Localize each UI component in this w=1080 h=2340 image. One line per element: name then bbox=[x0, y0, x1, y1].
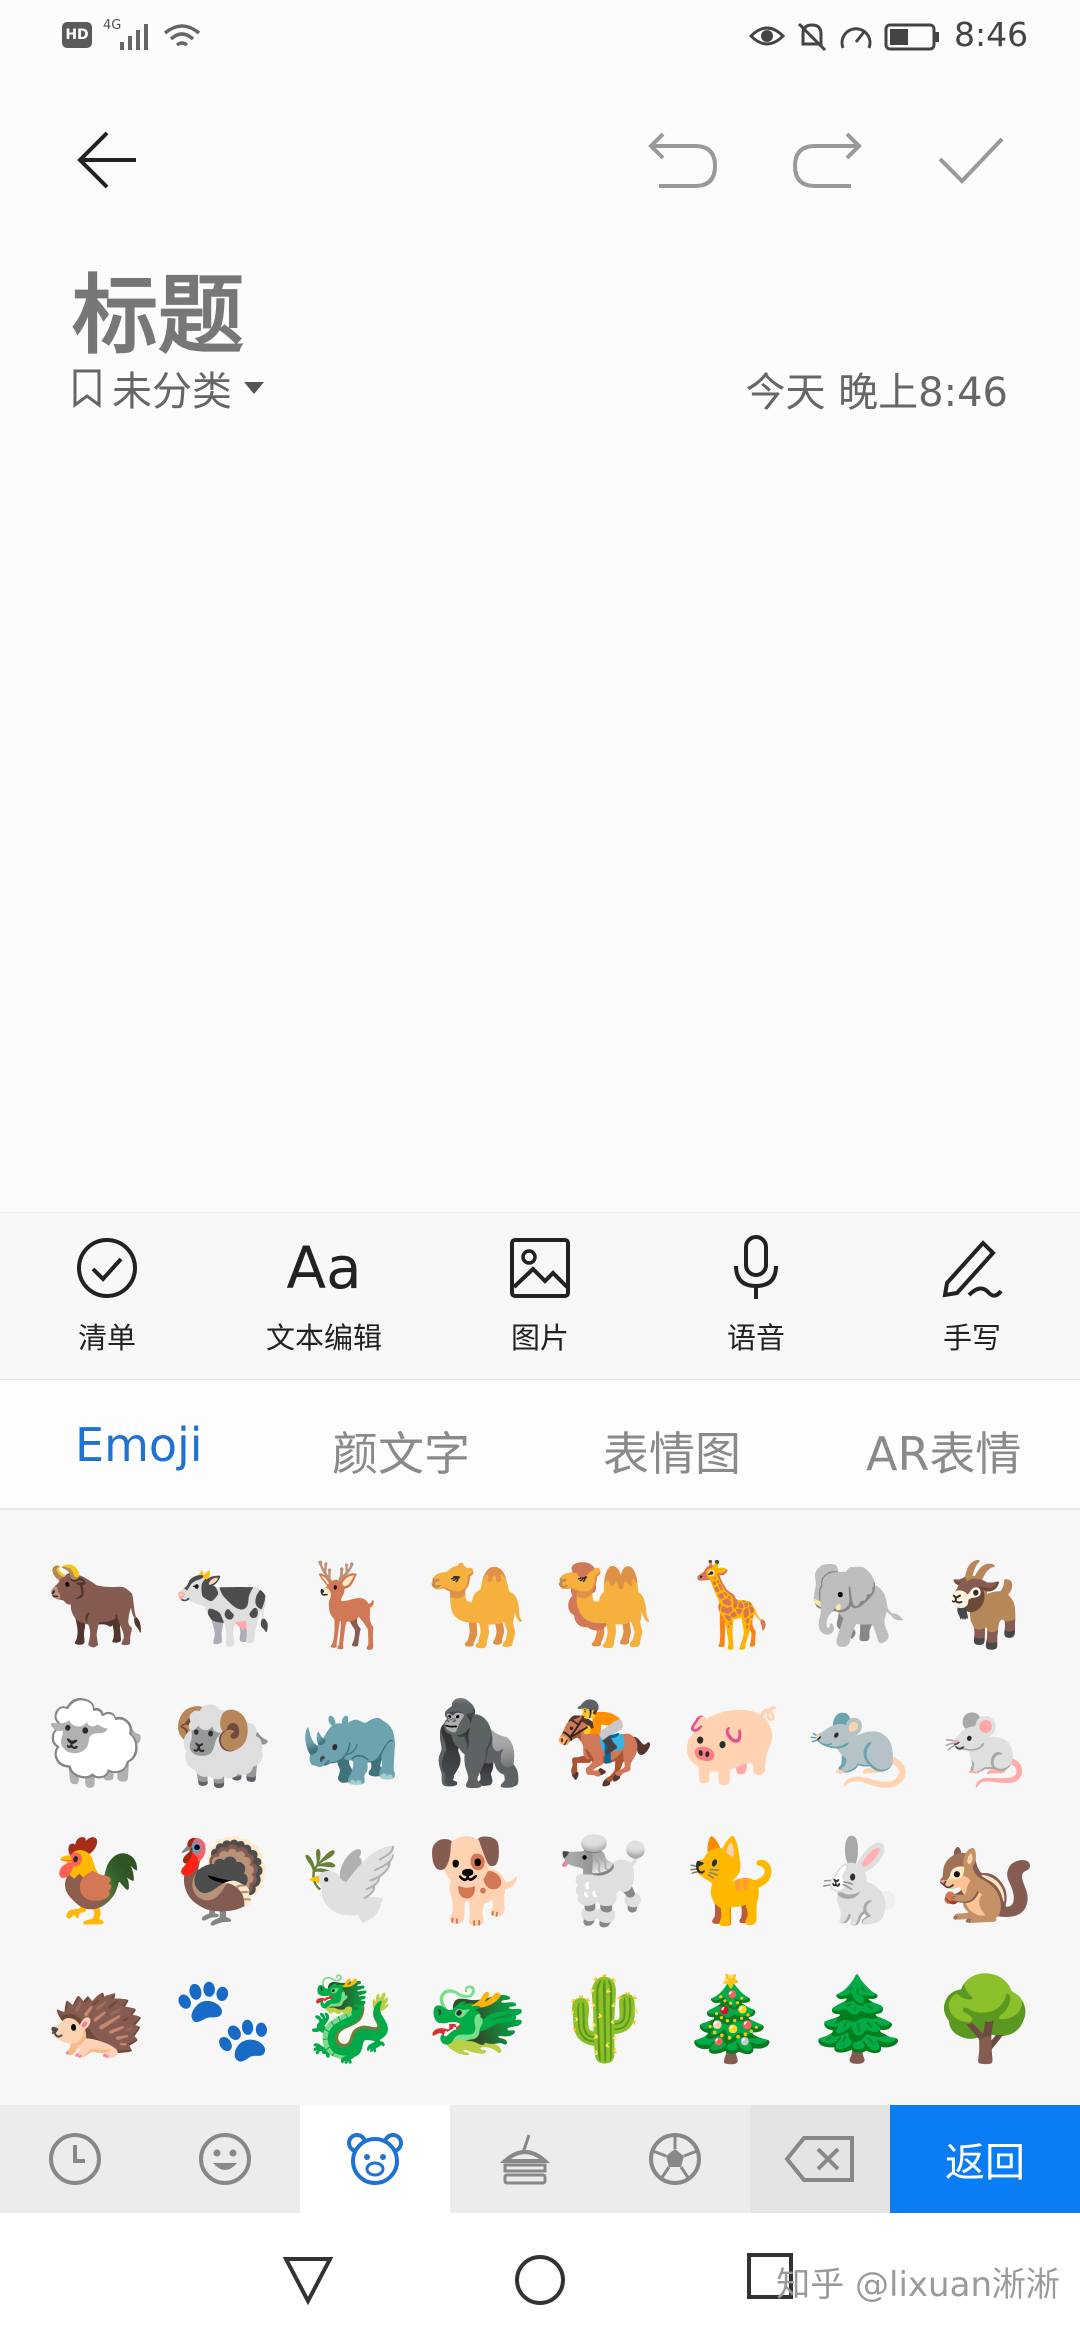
image-button[interactable]: 图片 bbox=[460, 1233, 620, 1357]
emoji-ewe[interactable]: 🐑 bbox=[32, 1680, 160, 1808]
tab-emoji[interactable]: Emoji bbox=[75, 1418, 203, 1472]
emoji-poodle[interactable]: 🐩 bbox=[540, 1818, 668, 1946]
emoji-dragon-face[interactable]: 🐲 bbox=[413, 1956, 541, 2084]
emoji-christmas-tree[interactable]: 🎄 bbox=[667, 1956, 795, 2084]
sports-ball-icon bbox=[649, 2133, 701, 2185]
image-icon bbox=[510, 1238, 570, 1298]
emoji-rat[interactable]: 🐀 bbox=[794, 1680, 922, 1808]
handwriting-button[interactable]: 手写 bbox=[892, 1233, 1052, 1357]
emoji-dragon[interactable]: 🐉 bbox=[286, 1956, 414, 2084]
category-label: 未分类 bbox=[112, 369, 232, 415]
food-icon bbox=[499, 2134, 551, 2185]
voice-button[interactable]: 语音 bbox=[676, 1233, 836, 1357]
note-body-editor[interactable] bbox=[0, 440, 1080, 1210]
emoji-rabbit[interactable]: 🐇 bbox=[794, 1818, 922, 1946]
checklist-icon bbox=[77, 1238, 137, 1298]
emoji-elephant[interactable]: 🐘 bbox=[794, 1542, 922, 1670]
emoji-ox[interactable]: 🐂 bbox=[32, 1542, 160, 1670]
note-title-placeholder[interactable]: 标题 bbox=[72, 245, 244, 370]
speed-icon bbox=[840, 27, 872, 49]
emoji-giraffe[interactable]: 🦒 bbox=[667, 1542, 795, 1670]
dropdown-triangle-icon bbox=[244, 382, 264, 394]
back-arrow-icon[interactable] bbox=[62, 115, 152, 205]
checklist-button[interactable]: 清单 bbox=[27, 1233, 187, 1357]
delete-backspace-icon bbox=[784, 2136, 854, 2182]
signal-icon bbox=[120, 24, 148, 50]
mute-bell-icon bbox=[797, 22, 827, 52]
return-button[interactable]: 返回 bbox=[890, 2105, 1080, 2213]
emoji-rhinoceros[interactable]: 🦏 bbox=[286, 1680, 414, 1808]
emoji-dove[interactable]: 🕊️ bbox=[286, 1818, 414, 1946]
nav-back-triangle-icon[interactable] bbox=[282, 2255, 334, 2305]
emoji-ram[interactable]: 🐏 bbox=[159, 1680, 287, 1808]
emoji-hedgehog[interactable]: 🦔 bbox=[32, 1956, 160, 2084]
smiley-icon bbox=[199, 2133, 251, 2185]
emoji-rooster[interactable]: 🐓 bbox=[32, 1818, 160, 1946]
emoji-deciduous-tree[interactable]: 🌳 bbox=[921, 1956, 1049, 2084]
undo-icon[interactable] bbox=[638, 115, 728, 205]
emoji-pig[interactable]: 🐖 bbox=[667, 1680, 795, 1808]
text-format-button[interactable]: Aa 文本编辑 bbox=[244, 1233, 404, 1357]
watermark: 知乎 @lixuan淅淅 bbox=[776, 2265, 1060, 2305]
emoji-chipmunk[interactable]: 🐿️ bbox=[921, 1818, 1049, 1946]
top-toolbar bbox=[0, 110, 1080, 210]
emoji-two-hump-camel[interactable]: 🐫 bbox=[540, 1542, 668, 1670]
emoji-turkey[interactable]: 🦃 bbox=[159, 1818, 287, 1946]
emoji-camel[interactable]: 🐪 bbox=[413, 1542, 541, 1670]
emoji-gorilla[interactable]: 🦍 bbox=[413, 1680, 541, 1808]
emoji-evergreen-tree[interactable]: 🌲 bbox=[794, 1956, 922, 2084]
emoji-grid: 🐂 🐄 🦌 🐪 🐫 🦒 🐘 🐐 🐑 🐏 🦏 🦍 🏇 🐖 🐀 🐁 🐓 🦃 🕊️ 🐕… bbox=[0, 1510, 1080, 2105]
category-activity[interactable] bbox=[600, 2105, 750, 2213]
hd-badge: HD bbox=[62, 22, 92, 48]
text-format-label: 文本编辑 bbox=[265, 1321, 382, 1355]
format-toolbar: 清单 Aa 文本编辑 图片 语音 手写 bbox=[0, 1212, 1080, 1381]
status-time: 8:46 bbox=[954, 15, 1029, 54]
category-selector[interactable]: 未分类 bbox=[72, 360, 266, 416]
tab-kaomoji[interactable]: 颜文字 bbox=[332, 1418, 470, 1484]
image-label: 图片 bbox=[510, 1321, 569, 1355]
voice-label: 语音 bbox=[726, 1321, 785, 1355]
emoji-paw-prints[interactable]: 🐾 bbox=[159, 1956, 287, 2084]
emoji-cat[interactable]: 🐈 bbox=[667, 1818, 795, 1946]
category-animals[interactable] bbox=[300, 2105, 450, 2213]
emoji-horse-racing[interactable]: 🏇 bbox=[540, 1680, 668, 1808]
handwriting-pen-icon bbox=[942, 1240, 1003, 1298]
wifi-icon bbox=[163, 24, 201, 47]
category-smileys[interactable] bbox=[150, 2105, 300, 2213]
redo-icon[interactable] bbox=[782, 115, 872, 205]
delete-button[interactable] bbox=[750, 2105, 890, 2213]
emoji-cactus[interactable]: 🌵 bbox=[540, 1956, 668, 2084]
checklist-label: 清单 bbox=[77, 1321, 136, 1355]
emoji-deer[interactable]: 🦌 bbox=[286, 1542, 414, 1670]
emoji-cow[interactable]: 🐄 bbox=[159, 1542, 287, 1670]
emoji-tab-bar: Emoji 颜文字 表情图 AR表情 bbox=[0, 1380, 1080, 1510]
nav-home-circle-icon[interactable] bbox=[513, 2253, 567, 2307]
emoji-mouse[interactable]: 🐁 bbox=[921, 1680, 1049, 1808]
tab-ar-emoji[interactable]: AR表情 bbox=[866, 1418, 1021, 1484]
handwriting-label: 手写 bbox=[942, 1321, 1001, 1355]
eye-icon bbox=[748, 26, 786, 46]
bookmark-icon bbox=[73, 369, 101, 408]
recent-clock-icon bbox=[49, 2133, 101, 2185]
note-timestamp: 今天 晚上8:46 bbox=[745, 370, 1008, 416]
text-format-icon: Aa bbox=[286, 1234, 362, 1302]
status-bar: HD 4G 8:46 bbox=[0, 0, 1080, 75]
emoji-dog[interactable]: 🐕 bbox=[413, 1818, 541, 1946]
confirm-check-icon[interactable] bbox=[926, 115, 1016, 205]
emoji-goat[interactable]: 🐐 bbox=[921, 1542, 1049, 1670]
microphone-icon bbox=[734, 1235, 778, 1299]
tab-stickers[interactable]: 表情图 bbox=[603, 1418, 741, 1484]
category-recent[interactable] bbox=[0, 2105, 150, 2213]
animal-bear-icon bbox=[347, 2133, 403, 2185]
battery-icon bbox=[884, 23, 939, 51]
category-food[interactable] bbox=[450, 2105, 600, 2213]
emoji-category-bar: 返回 bbox=[0, 2105, 1080, 2213]
